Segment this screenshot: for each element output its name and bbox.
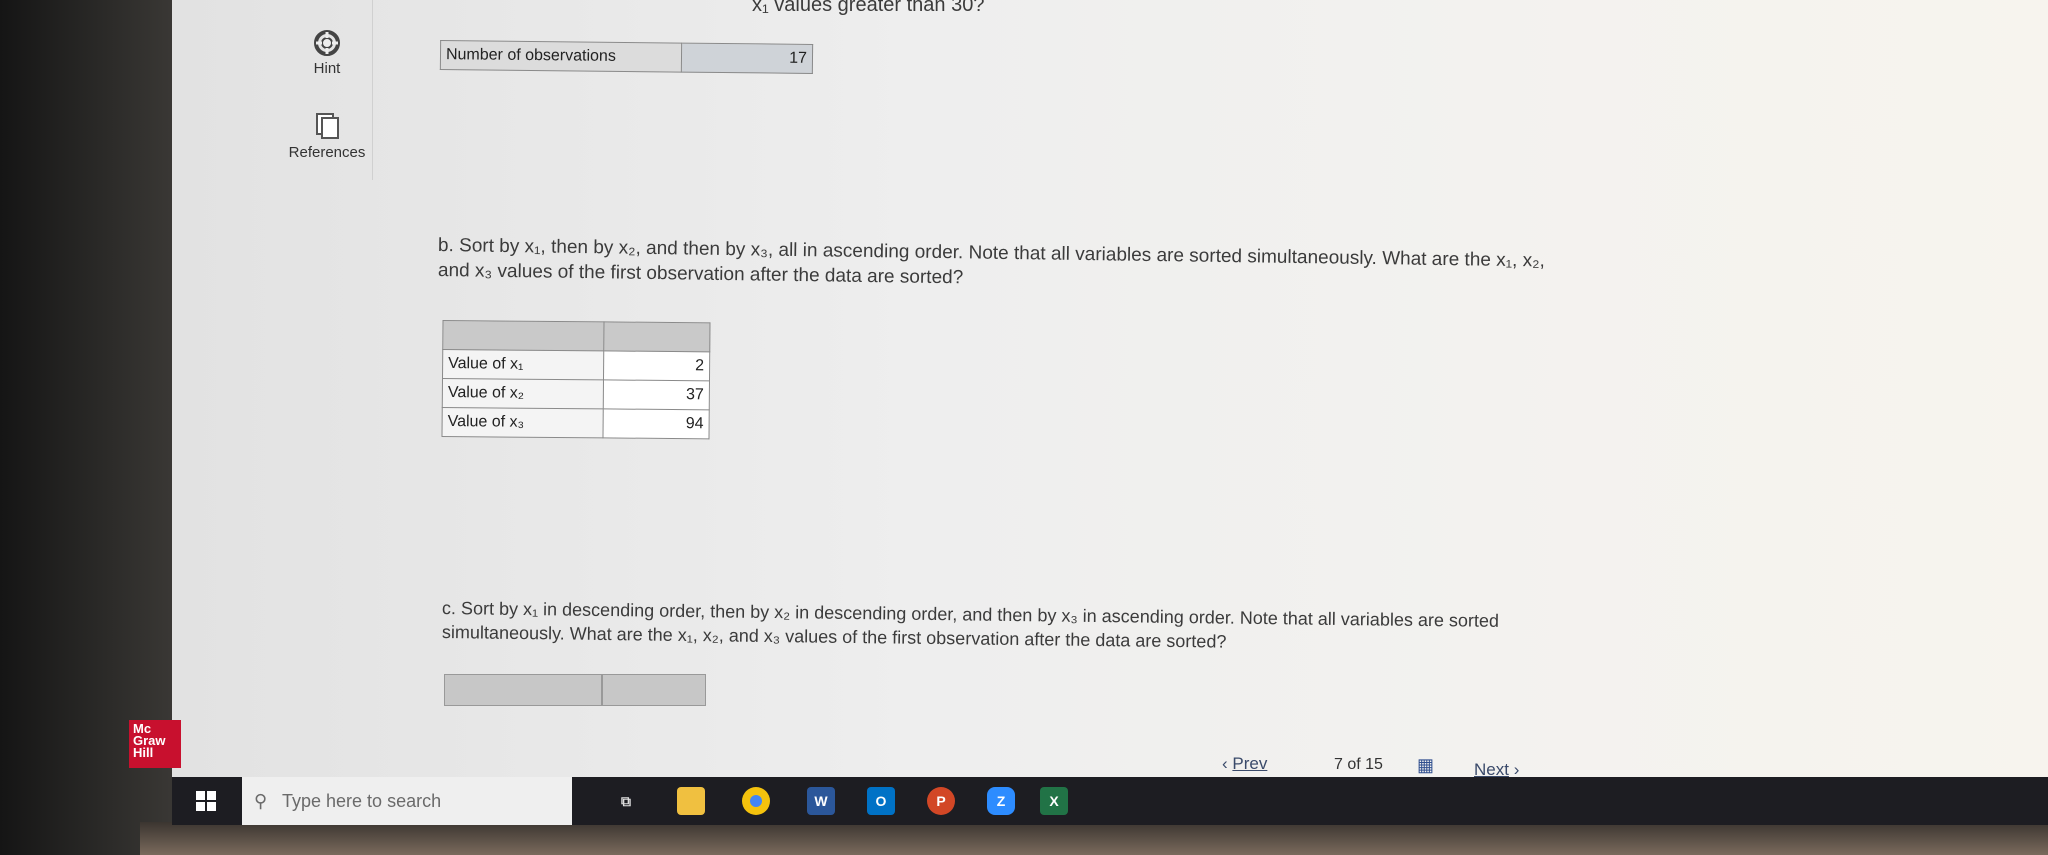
x3-value-input[interactable]: 94 <box>602 408 710 439</box>
x3-label: Value of x₃ <box>441 407 604 438</box>
browser-screen: x₁ values greater than 30? Hint Referenc… <box>172 0 2048 790</box>
prev-button[interactable]: ‹ Prev <box>1222 754 1267 774</box>
lifebuoy-icon <box>314 30 340 56</box>
part-b-answer-table: Value of x₁ 2 Value of x₂ 37 Value of x₃… <box>441 320 710 439</box>
document-stack-icon <box>316 113 339 139</box>
outlook-icon[interactable]: O <box>867 787 895 815</box>
x1-value-input[interactable]: 2 <box>603 350 710 381</box>
taskbar-search-input[interactable]: ⚲ Type here to search <box>242 777 572 825</box>
part-b-header-row <box>442 320 710 352</box>
x2-value-input[interactable]: 37 <box>603 379 710 410</box>
part-b-row-x1: Value of x₁ 2 <box>442 349 710 381</box>
x2-label: Value of x₂ <box>442 378 604 409</box>
windows-start-icon[interactable] <box>196 791 216 811</box>
chrome-icon[interactable] <box>742 787 770 815</box>
grid-icon[interactable]: ▦ <box>1417 755 1434 776</box>
windows-taskbar: ⚲ Type here to search ⧉ W O P Z X <box>172 777 2048 825</box>
observations-label: Number of observations <box>440 40 682 73</box>
task-view-icon[interactable]: ⧉ <box>612 787 640 815</box>
references-label: References <box>288 144 366 161</box>
question-a-tail: x₁ values greater than 30? <box>752 0 985 16</box>
references-button[interactable]: References <box>282 112 372 161</box>
file-explorer-icon[interactable] <box>677 787 705 815</box>
monitor-bezel-bottom <box>140 822 2048 855</box>
observations-value[interactable]: 17 <box>681 43 813 74</box>
part-b-row-x3: Value of x₃ 94 <box>441 407 710 439</box>
mcgraw-hill-logo: Mc Graw Hill <box>129 720 181 768</box>
part-c-answer-cell-1[interactable] <box>444 674 602 706</box>
hint-label: Hint <box>313 60 341 77</box>
x1-label: Value of x₁ <box>442 349 604 380</box>
part-b-line-2: and x₃ values of the first observation a… <box>437 260 964 289</box>
excel-icon[interactable]: X <box>1040 787 1068 815</box>
part-b-row-x2: Value of x₂ 37 <box>442 378 710 410</box>
zoom-icon[interactable]: Z <box>987 787 1015 815</box>
search-icon: ⚲ <box>254 791 268 811</box>
tools-sidebar: Hint References <box>282 0 373 180</box>
part-c-answer-cell-2[interactable] <box>602 674 706 706</box>
word-icon[interactable]: W <box>807 787 835 815</box>
observations-table: Number of observations 17 <box>440 40 813 74</box>
question-content: x₁ values greater than 30? Hint Referenc… <box>172 0 2048 790</box>
powerpoint-icon[interactable]: P <box>927 787 955 815</box>
hint-button[interactable]: Hint <box>282 30 372 77</box>
page-indicator: 7 of 15 <box>1334 756 1383 773</box>
chevron-left-icon: ‹ <box>1222 754 1233 773</box>
